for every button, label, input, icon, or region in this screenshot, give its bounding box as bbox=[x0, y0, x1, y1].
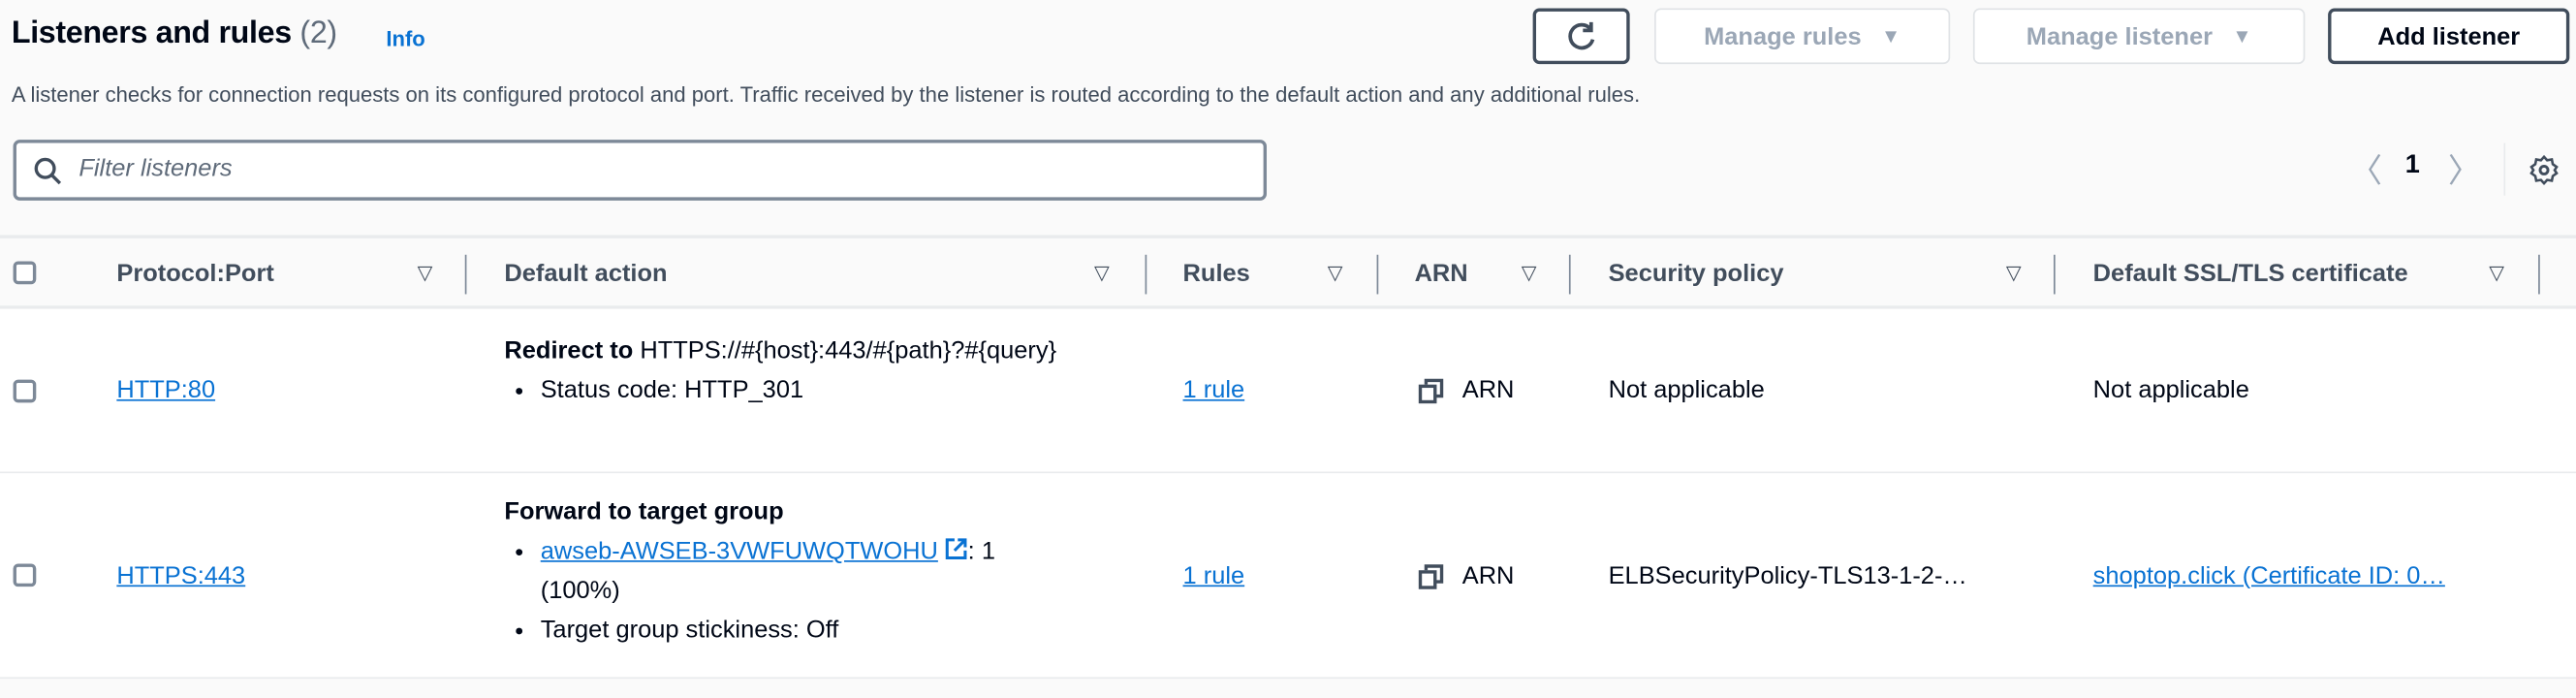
protocol-port-link[interactable]: HTTP:80 bbox=[116, 376, 215, 404]
action-detail: Status code: HTTP_301 bbox=[541, 371, 1096, 411]
sort-icon[interactable]: ▽ bbox=[1328, 262, 1343, 285]
add-listener-button[interactable]: Add listener bbox=[2328, 8, 2570, 65]
column-resizer[interactable] bbox=[1145, 254, 1147, 295]
column-header-protocol-port[interactable]: Protocol:Port bbox=[116, 260, 273, 288]
row-checkbox[interactable] bbox=[13, 379, 37, 403]
action-detail: Target group stickiness: Off bbox=[541, 612, 1063, 651]
page-number[interactable]: 1 bbox=[2405, 151, 2420, 181]
rules-link[interactable]: 1 rule bbox=[1183, 562, 1245, 590]
column-header-security-policy[interactable]: Security policy bbox=[1609, 260, 1784, 288]
column-header-default-action[interactable]: Default action bbox=[504, 260, 667, 288]
column-resizer[interactable] bbox=[1568, 254, 1571, 295]
column-resizer[interactable] bbox=[464, 254, 467, 295]
next-page-button[interactable]: 〉 bbox=[2448, 144, 2481, 192]
manage-rules-button[interactable]: Manage rules ▼ bbox=[1654, 8, 1951, 65]
refresh-button[interactable] bbox=[1532, 8, 1630, 65]
table-header: Protocol:Port ▽ Default action ▽ Rules ▽… bbox=[0, 235, 2576, 309]
protocol-port-link[interactable]: HTTPS:443 bbox=[116, 562, 245, 590]
copy-icon bbox=[1418, 378, 1444, 404]
security-policy: ELBSecurityPolicy-TLS13-1-2-… bbox=[1608, 561, 1967, 590]
row-checkbox[interactable] bbox=[13, 563, 37, 587]
column-resizer[interactable] bbox=[1376, 254, 1379, 295]
copy-arn-button[interactable]: ARN bbox=[1418, 371, 1514, 411]
column-resizer[interactable] bbox=[2538, 254, 2540, 295]
sort-icon[interactable]: ▽ bbox=[2006, 262, 2022, 285]
previous-page-button[interactable]: 〈 bbox=[2349, 144, 2382, 192]
sort-icon[interactable]: ▽ bbox=[2489, 262, 2504, 285]
search-icon bbox=[34, 157, 62, 185]
filter-input[interactable] bbox=[75, 152, 1233, 184]
listeners-panel: Listeners and rules (2) Info A listener … bbox=[0, 0, 2576, 698]
refresh-icon bbox=[1567, 21, 1594, 50]
info-link[interactable]: Info bbox=[386, 26, 424, 50]
column-header-certificate[interactable]: Default SSL/TLS certificate bbox=[2093, 260, 2408, 288]
certificate-link[interactable]: shoptop.click (Certificate ID: 0… bbox=[2093, 562, 2445, 590]
copy-arn-button[interactable]: ARN bbox=[1418, 557, 1514, 597]
default-action: Forward to target group awseb-AWSEB-3VWF… bbox=[504, 493, 1062, 651]
filter-listeners[interactable] bbox=[13, 140, 1267, 201]
default-action: Redirect to HTTPS://#{host}:443/#{path}?… bbox=[504, 332, 1095, 410]
page-title: Listeners and rules (2) bbox=[11, 16, 337, 51]
table-row: HTTP:80 Redirect to HTTPS://#{host}:443/… bbox=[0, 308, 2576, 474]
divider bbox=[2503, 143, 2506, 196]
certificate: Not applicable bbox=[2092, 376, 2249, 405]
security-policy: Not applicable bbox=[1608, 376, 1765, 405]
caret-down-icon: ▼ bbox=[1880, 24, 1901, 48]
sort-icon[interactable]: ▽ bbox=[418, 262, 433, 285]
caret-down-icon: ▼ bbox=[2232, 24, 2252, 48]
target-group-link[interactable]: awseb-AWSEB-3VWFUWQTWOHU bbox=[541, 537, 938, 565]
table-row: HTTPS:443 Forward to target group awseb-… bbox=[0, 473, 2576, 680]
rules-link[interactable]: 1 rule bbox=[1183, 376, 1245, 404]
sort-icon[interactable]: ▽ bbox=[1522, 262, 1537, 285]
column-header-rules[interactable]: Rules bbox=[1183, 260, 1250, 288]
column-header-arn[interactable]: ARN bbox=[1415, 260, 1468, 288]
column-resizer[interactable] bbox=[2054, 254, 2056, 295]
copy-icon bbox=[1418, 564, 1444, 589]
select-all-checkbox[interactable] bbox=[13, 261, 37, 285]
description: A listener checks for connection request… bbox=[11, 81, 1641, 108]
listener-count: (2) bbox=[299, 16, 337, 51]
settings-gear-icon[interactable] bbox=[2529, 154, 2560, 186]
manage-listener-button[interactable]: Manage listener ▼ bbox=[1972, 8, 2306, 65]
sort-icon[interactable]: ▽ bbox=[1094, 262, 1110, 285]
external-link-icon[interactable] bbox=[945, 537, 968, 560]
